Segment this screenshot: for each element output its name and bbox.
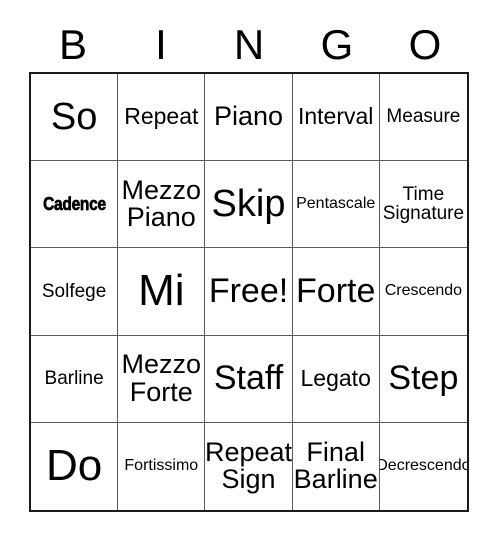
bingo-cell[interactable]: Repeat Sign [205, 422, 293, 510]
bingo-header-row: B I N G O [29, 18, 469, 72]
bingo-cell-label: Mi [138, 266, 185, 316]
bingo-cell-label: So [50, 95, 98, 138]
bingo-cell-label: Pentascale [296, 195, 376, 213]
bingo-cell-label: Barline [44, 368, 104, 389]
bingo-cell-label: Repeat [124, 103, 199, 130]
bingo-cell-label: Do [45, 440, 103, 490]
bingo-cell[interactable]: Step [379, 336, 467, 423]
bingo-cell-label: Final Barline [293, 436, 378, 495]
bingo-cell-label: Step [388, 359, 459, 398]
bingo-cell[interactable]: Final Barline [293, 422, 380, 510]
header-letter-i: I [155, 21, 167, 68]
bingo-cell[interactable]: Legato [292, 335, 380, 423]
bingo-cell-label: Decrescendo [379, 457, 467, 475]
bingo-cell[interactable]: Interval [292, 74, 380, 162]
bingo-cell-label: Mezzo Piano [121, 174, 202, 233]
bingo-cell[interactable]: Fortissimo [118, 422, 206, 510]
bingo-cell[interactable]: Piano [205, 74, 293, 162]
bingo-cell[interactable]: Forte [292, 248, 380, 336]
bingo-cell-free-space[interactable]: Free! [205, 248, 293, 336]
bingo-cell-label: Interval [297, 103, 374, 130]
bingo-cell-label: Free! [208, 272, 289, 311]
bingo-cell-label: Crescendo [384, 282, 463, 300]
bingo-card: B I N G O So Repeat Piano Interval Measure Ca… [0, 0, 500, 544]
bingo-cell[interactable]: Pentascale [292, 161, 380, 249]
header-letter-n: N [233, 21, 265, 68]
bingo-cell-label: Measure [386, 106, 461, 128]
bingo-grid: So Repeat Piano Interval Measure Cadence Mezzo… [29, 72, 469, 512]
bingo-cell-label: Skip [211, 182, 286, 225]
bingo-cell-label: Staff [213, 359, 284, 398]
bingo-cell-label: Fortissimo [124, 457, 199, 475]
bingo-cell[interactable]: Crescendo [379, 248, 467, 336]
bingo-cell[interactable]: So [31, 74, 119, 162]
bingo-cell[interactable]: Mezzo Forte [118, 335, 206, 423]
header-letter-o: O [408, 21, 442, 68]
bingo-cell[interactable]: Solfege [31, 248, 119, 336]
header-letter-b: B [58, 21, 87, 68]
bingo-cell[interactable]: Repeat [118, 74, 206, 162]
bingo-cell[interactable]: Mi [118, 248, 206, 336]
bingo-cell[interactable]: Barline [31, 335, 119, 423]
bingo-cell[interactable]: Skip [205, 161, 293, 249]
bingo-cell-label: Cadence [42, 194, 106, 215]
bingo-cell[interactable]: Measure [379, 74, 467, 162]
bingo-cell[interactable]: Mezzo Piano [118, 161, 206, 249]
bingo-cell-label: Piano [213, 101, 284, 132]
bingo-cell-label: Mezzo Forte [121, 349, 202, 407]
bingo-cell-label: Solfege [41, 280, 107, 302]
bingo-cell[interactable]: Staff [205, 335, 293, 423]
header-letter-g: G [320, 21, 354, 68]
bingo-cell-label: Legato [300, 364, 371, 391]
bingo-cell-label: Repeat Sign [205, 436, 293, 495]
bingo-cell[interactable]: Decrescendo [380, 423, 467, 510]
bingo-cell[interactable]: Do [31, 422, 119, 510]
bingo-cell[interactable]: Cadence [31, 161, 119, 249]
bingo-cell[interactable]: Time Signature [379, 161, 467, 249]
bingo-cell-label: Time Signature [382, 183, 465, 225]
bingo-cell-label: Forte [296, 272, 376, 311]
